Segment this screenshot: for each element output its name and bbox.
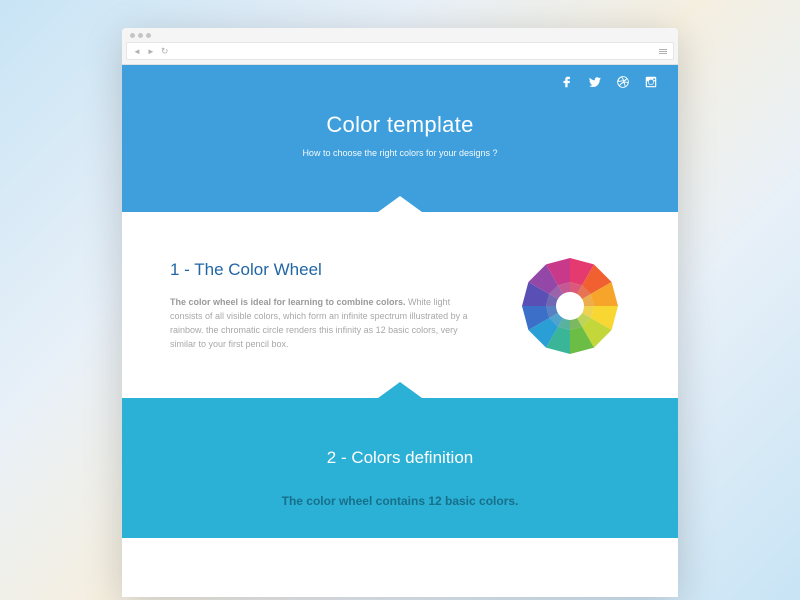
- back-icon[interactable]: ◄: [133, 47, 141, 56]
- reload-icon[interactable]: ↻: [161, 46, 169, 57]
- window-dot: [130, 33, 135, 38]
- facebook-icon[interactable]: [560, 75, 574, 94]
- browser-window: ◄ ► ↻ Color template How to choose the r…: [122, 28, 678, 597]
- section2-subtitle: The color wheel contains 12 basic colors…: [142, 494, 658, 508]
- browser-chrome: ◄ ► ↻: [122, 28, 678, 65]
- window-controls: [122, 28, 678, 42]
- menu-icon[interactable]: [659, 49, 667, 54]
- page-viewport: Color template How to choose the right c…: [122, 65, 678, 597]
- color-wheel-icon: [520, 256, 620, 356]
- address-bar: ◄ ► ↻: [126, 42, 674, 60]
- section2-heading: 2 - Colors definition: [142, 448, 658, 468]
- color-wheel-graphic: [510, 256, 630, 356]
- section1-lead: The color wheel is ideal for learning to…: [170, 297, 406, 307]
- section-colors-definition: 2 - Colors definition The color wheel co…: [122, 398, 678, 538]
- instagram-icon[interactable]: [644, 75, 658, 94]
- hero-title: Color template: [142, 112, 658, 138]
- forward-icon[interactable]: ►: [147, 47, 155, 56]
- hero-section: Color template How to choose the right c…: [122, 65, 678, 212]
- hero-subtitle: How to choose the right colors for your …: [142, 148, 658, 158]
- window-dot: [146, 33, 151, 38]
- window-dot: [138, 33, 143, 38]
- dribbble-icon[interactable]: [616, 75, 630, 94]
- social-links: [142, 75, 658, 94]
- twitter-icon[interactable]: [588, 75, 602, 94]
- section1-body: The color wheel is ideal for learning to…: [170, 296, 480, 352]
- section-color-wheel: 1 - The Color Wheel The color wheel is i…: [122, 212, 678, 398]
- section1-heading: 1 - The Color Wheel: [170, 260, 480, 280]
